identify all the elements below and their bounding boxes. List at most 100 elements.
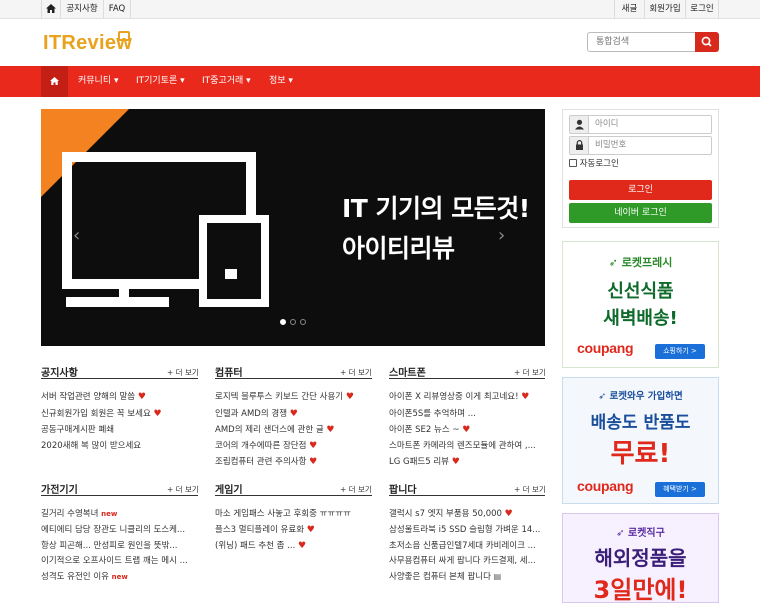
top-utility-bar: 공지사항 FAQ 새글 회원가입 로그인 [0, 0, 760, 19]
ad-headline-2: 새벽배송! [603, 308, 678, 329]
login-button[interactable]: 로그인 [569, 180, 712, 200]
board-title[interactable]: 스마트폰 [389, 364, 426, 379]
topbar-signup-link[interactable]: 회원가입 [645, 0, 685, 18]
divider [389, 378, 545, 379]
attachment-icon: ▤ [493, 572, 502, 581]
list-item[interactable]: 사양좋은 컴퓨터 본체 팝니다 ▤ [389, 570, 545, 582]
remember-login-row[interactable]: 자동로그인 [569, 158, 619, 170]
new-badge: new [111, 573, 128, 581]
home-icon[interactable] [42, 0, 60, 18]
board-more-link[interactable]: + 더 보기 [514, 484, 546, 495]
divider [41, 378, 198, 379]
divider [215, 495, 372, 496]
board-more-link[interactable]: + 더 보기 [340, 484, 372, 495]
rocket-icon: ➶ [616, 528, 625, 539]
heart-icon: ♥ [521, 392, 530, 402]
remember-checkbox[interactable] [569, 159, 577, 167]
coupang-logo: coupang [577, 340, 634, 356]
search-input[interactable] [587, 32, 696, 52]
board-more-link[interactable]: + 더 보기 [167, 367, 199, 378]
ad-rocket-direct-label: ➶ 로켓직구 [616, 528, 665, 539]
list-item[interactable]: 로지텍 블루투스 키보드 간단 사용기 ♥ [215, 390, 372, 402]
divider [130, 0, 131, 18]
board-more-link[interactable]: + 더 보기 [167, 484, 199, 495]
ad-headline-1: 배송도 반품도 [590, 413, 691, 433]
user-icon [570, 116, 589, 133]
list-item[interactable]: 서버 작업관련 양해의 말씀 ♥ [41, 390, 198, 402]
divider [215, 378, 372, 379]
list-item[interactable]: 마소 게임패스 사놓고 후회중 ㅠㅠㅠㅠ [215, 507, 372, 519]
list-item[interactable]: 아이폰 SE2 뉴스 ~ ♥ [389, 423, 545, 435]
list-item[interactable]: 스마트폰 카메라의 렌즈모듈에 관하여 ,... [389, 439, 545, 451]
list-item[interactable]: AMD의 제리 샌더스에 관한 글 ♥ [215, 423, 372, 435]
list-item[interactable]: LG G패드5 리뷰 ♥ [389, 455, 545, 467]
naver-login-button[interactable]: 네이버 로그인 [569, 203, 712, 223]
topbar-login-link[interactable]: 로그인 [686, 0, 718, 18]
hero-carousel[interactable]: IT 기기의 모든것! 아이티리뷰 ‹ › [41, 109, 545, 346]
topbar-notice-link[interactable]: 공지사항 [61, 0, 103, 18]
list-item[interactable]: 갤럭시 s7 엣지 부품용 50,000 ♥ [389, 507, 545, 519]
divider [389, 495, 545, 496]
list-item[interactable]: (위닝) 패드 추천 좀 ... ♥ [215, 539, 372, 551]
username-placeholder: 아이디 [595, 119, 619, 129]
list-item[interactable]: 사무용컴퓨터 싸게 팝니다 카드결제, 세... [389, 554, 545, 566]
topbar-faq-link[interactable]: FAQ [104, 0, 130, 18]
list-item[interactable]: 신규회원가입 회원은 꼭 보세요 ♥ [41, 407, 198, 419]
list-item[interactable]: 삼성울트라북 i5 SSD 슬림형 가벼운 14... [389, 523, 545, 535]
ad-benefit-button[interactable]: 혜택받기 > [655, 482, 705, 497]
heart-icon: ♥ [306, 525, 315, 535]
ad-rocket-fresh-label: ➶ 로켓프레시 [608, 256, 673, 269]
search-icon [701, 36, 712, 47]
logo-box-icon [118, 31, 130, 41]
lock-icon [570, 137, 589, 154]
list-item[interactable]: 항상 피곤해... 만성피로 원인을 뜻밖... [41, 539, 198, 551]
list-item[interactable]: 초저소음 신품급인텔7세대 카비레이크 ... [389, 539, 545, 551]
username-field[interactable]: 아이디 [569, 115, 712, 134]
monitor-tablet-icon [62, 152, 269, 307]
ad-rocket-direct[interactable]: ➶ 로켓직구 해외정품을 3일만에! [562, 513, 719, 604]
topbar-new-posts-link[interactable]: 새글 [615, 0, 644, 18]
ad-shop-button[interactable]: 쇼핑하기 > [655, 344, 705, 359]
heart-icon: ♥ [309, 441, 318, 451]
board-title[interactable]: 공지사항 [41, 364, 78, 379]
nav-home-button[interactable] [41, 66, 68, 97]
ad-rocket-fresh[interactable]: ➶ 로켓프레시 신선식품 새벽배송! coupang 쇼핑하기 > [562, 241, 719, 368]
list-item[interactable]: 인텔과 AMD의 경쟁 ♥ [215, 407, 372, 419]
nav-community[interactable]: 커뮤니티 ▾ [78, 66, 119, 97]
divider [718, 0, 719, 18]
list-item[interactable]: 코어의 개수에따른 장단점 ♥ [215, 439, 372, 451]
heart-icon: ♥ [137, 392, 146, 402]
search-button[interactable] [695, 32, 719, 52]
carousel-prev-icon[interactable]: ‹ [73, 225, 80, 246]
list-item[interactable]: 에티에티 담당 장관도 니클리의 도스케... [41, 523, 198, 535]
board-title[interactable]: 게임기 [215, 481, 243, 496]
heart-icon: ♥ [289, 409, 298, 419]
list-item[interactable]: 플스3 멀티플레이 유료화 ♥ [215, 523, 372, 535]
ad-rocket-wow[interactable]: ➶ 로켓와우 가입하면 배송도 반품도 무료! coupang 혜택받기 > [562, 377, 719, 504]
slide-headline: IT 기기의 모든것! [342, 194, 530, 223]
carousel-dot[interactable] [300, 319, 306, 325]
list-item[interactable]: 길거리 수영복녀 new [41, 507, 198, 519]
list-item[interactable]: 아이폰 X 리뷰영상중 이게 최고네요! ♥ [389, 390, 545, 402]
password-field[interactable]: 비밀번호 [569, 136, 712, 155]
board-title[interactable]: 가전기기 [41, 481, 78, 496]
board-title[interactable]: 팝니다 [389, 481, 417, 496]
list-item[interactable]: 아이폰5S를 추억하며 ... [389, 407, 545, 419]
board-more-link[interactable]: + 더 보기 [340, 367, 372, 378]
carousel-next-icon[interactable]: › [498, 225, 505, 246]
list-item[interactable]: 공동구매게시판 폐쇄 [41, 423, 198, 435]
list-item[interactable]: 조립컴퓨터 관련 주의사항 ♥ [215, 455, 372, 467]
new-badge: new [101, 510, 118, 518]
board-title[interactable]: 컴퓨터 [215, 364, 243, 379]
rocket-icon: ➶ [598, 391, 607, 402]
nav-info[interactable]: 정보 ▾ [269, 66, 293, 97]
nav-it-discussion[interactable]: IT기기토론 ▾ [136, 66, 185, 97]
carousel-dot[interactable] [290, 319, 296, 325]
divider [41, 495, 198, 496]
list-item[interactable]: 2020새해 복 많이 받으세요 [41, 439, 198, 451]
list-item[interactable]: 이기적으로 오프사이드 트랩 깨는 메시 ... [41, 554, 198, 566]
board-more-link[interactable]: + 더 보기 [514, 367, 546, 378]
list-item[interactable]: 성격도 유전인 이유 new [41, 570, 198, 582]
nav-used-market[interactable]: IT중고거래 ▾ [202, 66, 251, 97]
carousel-dot[interactable] [280, 319, 286, 325]
